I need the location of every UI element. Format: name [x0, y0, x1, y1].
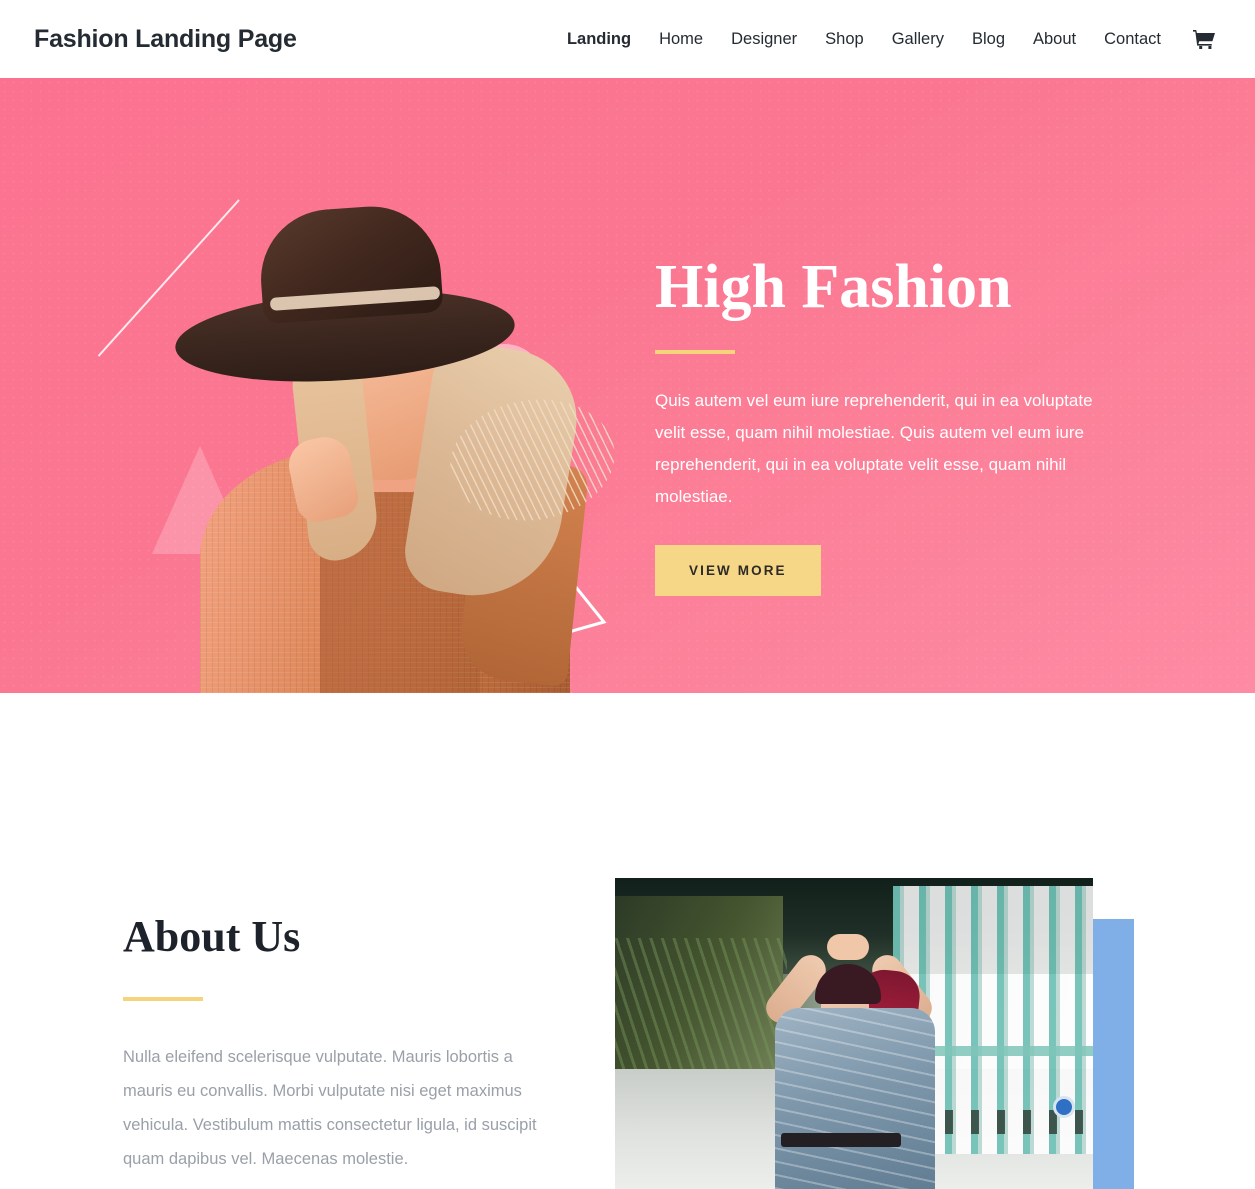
nav-item-home[interactable]: Home — [645, 31, 717, 48]
nav-item-landing[interactable]: Landing — [553, 31, 645, 48]
site-header: Fashion Landing Page Landing Home Design… — [0, 0, 1255, 78]
nav-item-designer[interactable]: Designer — [717, 31, 811, 48]
hero-title: High Fashion — [655, 253, 1012, 321]
about-title: About Us — [123, 912, 301, 961]
nav-item-contact[interactable]: Contact — [1090, 31, 1175, 48]
hero-accent-bar — [655, 350, 735, 354]
nav-item-shop[interactable]: Shop — [811, 31, 878, 48]
hero-section: High Fashion Quis autem vel eum iure rep… — [0, 78, 1255, 693]
view-more-button[interactable]: VIEW MORE — [655, 545, 821, 596]
shopping-cart-icon[interactable] — [1175, 29, 1221, 49]
about-section: About Us Nulla eleifend scelerisque vulp… — [0, 693, 1255, 1189]
hero-copy: High Fashion Quis autem vel eum iure rep… — [655, 256, 1115, 596]
brand-logo[interactable]: Fashion Landing Page — [34, 25, 297, 54]
hero-paragraph: Quis autem vel eum iure reprehenderit, q… — [655, 391, 1093, 506]
nav-item-blog[interactable]: Blog — [958, 31, 1019, 48]
nav-item-gallery[interactable]: Gallery — [878, 31, 958, 48]
about-paragraph: Nulla eleifend scelerisque vulputate. Ma… — [123, 1048, 537, 1168]
main-navigation: Landing Home Designer Shop Gallery Blog … — [553, 29, 1221, 49]
about-accent-bar — [123, 997, 203, 1001]
about-blue-accent-block — [1093, 919, 1134, 1189]
about-copy: About Us Nulla eleifend scelerisque vulp… — [123, 915, 553, 1176]
nav-item-about[interactable]: About — [1019, 31, 1090, 48]
about-photo — [615, 878, 1093, 1189]
hero-model-image — [150, 200, 620, 693]
